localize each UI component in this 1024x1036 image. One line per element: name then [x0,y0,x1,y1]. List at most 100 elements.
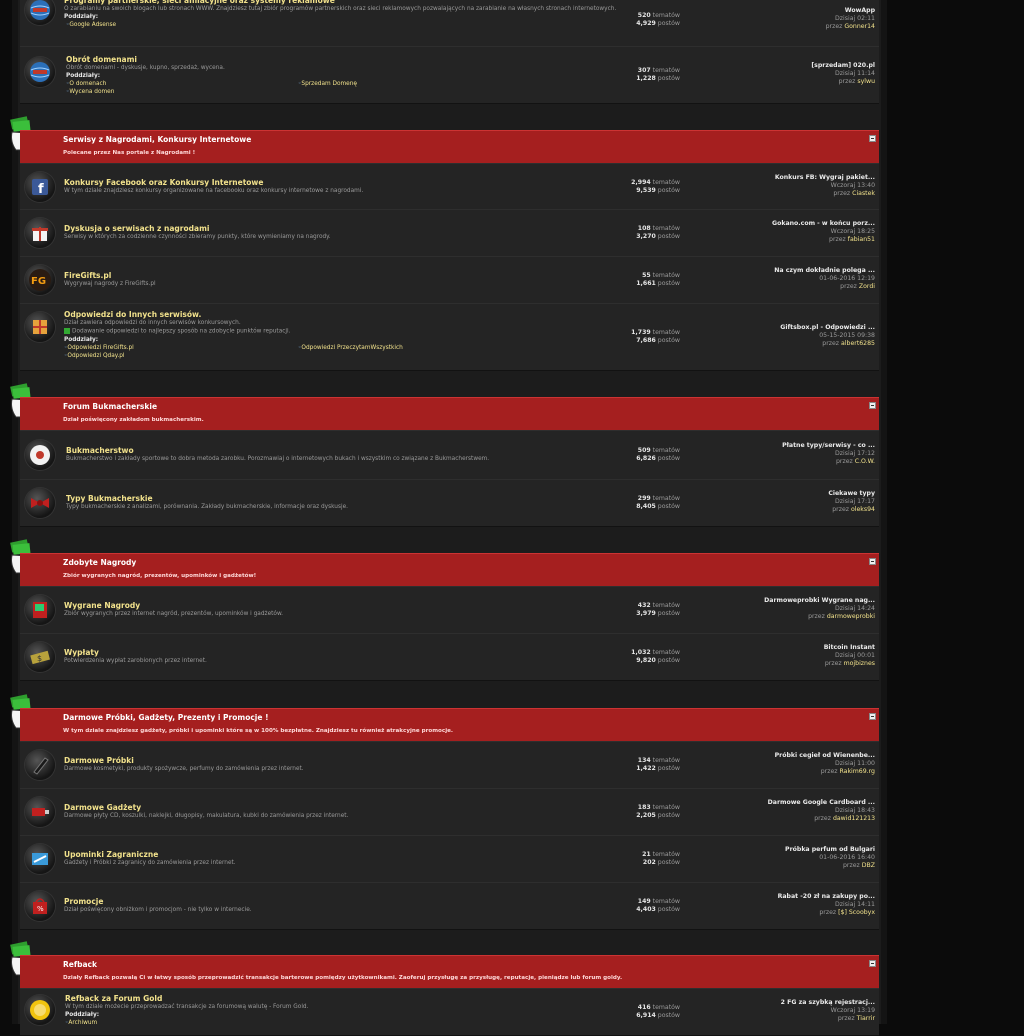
subforum-link[interactable]: Archiwum [65,1020,97,1026]
subforum-link[interactable]: Wycena domen [66,89,114,95]
last-post-user-link[interactable]: oleks94 [851,506,875,513]
forum-title-link[interactable]: Bukmacherstwo [66,446,134,455]
subforum-link[interactable]: Sprzedam Domenę [298,81,357,87]
last-post-title-link[interactable]: Rabat -20 zł na zakupy po... [740,893,875,901]
last-post-title-link[interactable]: Darmoweprobki Wygrane nag... [740,597,875,605]
last-post: Próbka perfum od Bulgari 01-06-2016 16:40… [740,846,875,870]
by-label: przez [819,909,839,916]
posts-count: 8,405 [636,503,656,510]
last-post-user-link[interactable]: Rakim69.rg [840,768,876,775]
topics-count: 134 [637,757,651,764]
last-post-title-link[interactable]: WowApp [740,7,875,15]
forum-title-link[interactable]: Wypłaty [64,648,99,657]
posts-label: postów [655,610,680,617]
last-post-title-link[interactable]: Próbka perfum od Bulgari [740,846,875,854]
last-post-user-link[interactable]: C.O.W. [855,458,875,465]
forum-title-link[interactable]: Programy partnerskie, sieci afiliacyjne … [64,0,335,5]
posts-count: 1,228 [636,75,656,82]
last-post-time: Dzisiaj 17:17 [835,498,875,505]
last-post-user-link[interactable]: Ciastek [852,190,875,197]
category-title-link[interactable]: Zdobyte Nagrody [63,558,136,567]
category-title-link[interactable]: Refback [63,960,97,969]
last-post-author: przez DBZ [740,862,875,870]
last-post-title-link[interactable]: [sprzedam] 020.pl [740,62,875,70]
last-post-user-link[interactable]: [$] Scoobyx [838,909,875,916]
subforum-link[interactable]: O domenach [66,81,106,87]
forum-stats: 520 tematów 4,929 postów [590,12,680,28]
forum-title-link[interactable]: Darmowe Próbki [64,756,134,765]
forum-title-link[interactable]: Konkursy Facebook oraz Konkursy Internet… [64,178,263,187]
last-post-user-link[interactable]: Gonner14 [844,23,875,30]
last-post-user-link[interactable]: dawid121213 [833,815,875,822]
pen-icon [25,750,55,780]
subforum-link[interactable]: Odpowiedzi FireGifts.pl [64,345,133,351]
forum-description: Darmowe płyty CD, koszulki, naklejki, dł… [64,813,349,819]
last-post-author: przez mojbiznes [740,660,875,668]
last-post-user-link[interactable]: albert6285 [841,340,875,347]
forum-title-link[interactable]: Odpowiedzi do Innych serwisów. [64,310,201,319]
last-post-time: Dzisiaj 02:11 [835,15,875,22]
topics-count: 108 [637,225,651,232]
by-label: przez [838,78,858,85]
by-label: przez [820,768,840,775]
collapse-toggle-icon[interactable] [869,713,876,720]
category-title-link[interactable]: Darmowe Próbki, Gadżety, Prezenty i Prom… [63,713,269,722]
last-post: Giftsbox.pl - Odpowiedzi ... 05-15-2015 0… [740,324,875,348]
last-post-title-link[interactable]: Ciekawe typy [740,490,875,498]
posts-count: 6,826 [636,455,656,462]
topics-count: 520 [637,12,651,19]
topics-count: 55 [642,272,651,279]
category-title-link[interactable]: Forum Bukmacherskie [63,402,157,411]
topics-label: tematów [650,898,680,905]
last-post-title-link[interactable]: Bitcoin Instant [740,644,875,652]
last-post-title-link[interactable]: Gokano.com - w końcu porz... [740,220,875,228]
forum-title-link[interactable]: Wygrane Nagrody [64,601,140,610]
by-label: przez [822,340,842,347]
last-post-time: Dzisiaj 00:01 [835,652,875,659]
forum-description: Obrót domenami - dyskusje, kupno, sprzed… [66,65,225,71]
shopping-bag-icon: % [25,891,55,921]
last-post-title-link[interactable]: Giftsbox.pl - Odpowiedzi ... [740,324,875,332]
collapse-toggle-icon[interactable] [869,402,876,409]
subforum-link[interactable]: Google Adsense [66,22,116,28]
forum-title-link[interactable]: Darmowe Gadżety [64,803,141,812]
last-post-title-link[interactable]: Na czym dokładnie polega ... [740,267,875,275]
forum-title-link[interactable]: Promocje [64,897,103,906]
category-title-link[interactable]: Serwisy z Nagrodami, Konkursy Internetow… [63,135,251,144]
by-label: przez [837,1015,857,1022]
collapse-toggle-icon[interactable] [869,135,876,142]
posts-count: 3,270 [636,233,656,240]
forum-title-link[interactable]: Upominki Zagraniczne [64,850,158,859]
subforum-link[interactable]: Odpowiedzi PrzeczytamWszystkich [298,345,402,351]
posts-label: postów [655,187,680,194]
topics-count: 1,739 [631,329,651,336]
last-post-title-link[interactable]: Darmowe Google Cardboard ... [740,799,875,807]
last-post-user-link[interactable]: darmoweprobki [827,613,875,620]
forum-description: Gadżety i Próbki z zagranicy do zamówien… [64,860,236,866]
collapse-toggle-icon[interactable] [869,960,876,967]
forum-title-link[interactable]: Typy Bukmacherskie [66,494,153,503]
last-post-author: przez fabian51 [740,236,875,244]
last-post-title-link[interactable]: Próbki cegieł od Wienenbe... [740,752,875,760]
last-post-user-link[interactable]: Tiarrir [857,1015,875,1022]
last-post-title-link[interactable]: 2 FG za szybką rejestracj... [740,999,875,1007]
last-post-user-link[interactable]: fabian51 [848,236,875,243]
subforum-link[interactable]: Odpowiedzi Qday.pl [64,353,124,359]
posts-count: 9,539 [636,187,656,194]
forum-stats: 299 tematów 8,405 postów [590,495,680,511]
posts-label: postów [655,906,680,913]
last-post-user-link[interactable]: mojbiznes [844,660,875,667]
forum-title-link[interactable]: Refback za Forum Gold [65,994,162,1003]
forum-title-link[interactable]: FireGifts.pl [64,271,111,280]
collapse-toggle-icon[interactable] [869,558,876,565]
last-post-user-link[interactable]: DBZ [862,862,875,869]
topics-count: 149 [637,898,651,905]
last-post-title-link[interactable]: Konkurs FB: Wygraj pakiet... [740,174,875,182]
forum-title-link[interactable]: Dyskusja o serwisach z nagrodami [64,224,209,233]
last-post-user-link[interactable]: sylwu [857,78,875,85]
topics-count: 299 [637,495,651,502]
last-post-title-link[interactable]: Płatne typy/serwisy - co ... [740,442,875,450]
forum-title-link[interactable]: Obrót domenami [66,55,137,64]
last-post-user-link[interactable]: Zordi [859,283,875,290]
ball-icon [25,440,55,470]
